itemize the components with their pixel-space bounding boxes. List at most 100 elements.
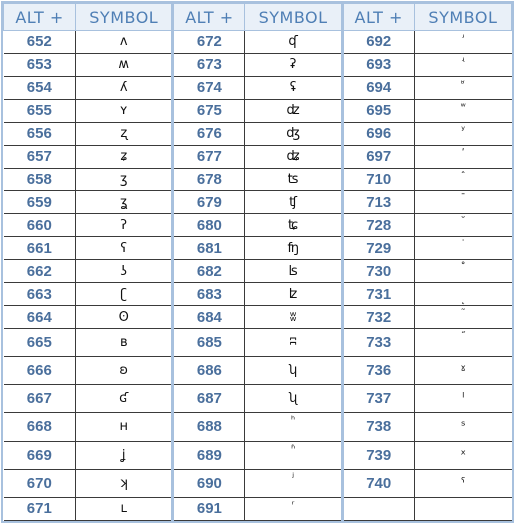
alt-code-cell: 675 [172,98,246,123]
table-row: 663 ʗ 683 ʫ 731 ˛ [3,282,512,307]
symbol-cell: ʣ [244,98,344,123]
symbol-cell: ʪ [244,259,344,284]
symbol-cell: ʗ [75,282,175,307]
alt-code-cell: 661 [3,236,77,261]
header-alt-1: ALT + [2,3,77,31]
alt-code-cell: 738 [342,412,415,442]
symbol-cell: ʶ [414,75,512,100]
symbol-cell: ʡ [244,52,344,77]
alt-code-cell: 656 [3,121,77,146]
symbol-cell: ʳ [244,496,344,522]
symbol-cell: ʒ [75,167,175,192]
symbol-cell: ʑ [75,144,175,169]
table-body: 652 ʌ 672 ʠ 692 ʴ 653 ʍ 673 ʡ 693 ʵ 654 ʎ 674 ʢ 694 ʶ 655 ʏ… [3,30,512,522]
symbol-table: ALT + SYMBOL ALT + SYMBOL ALT + SYMBOL 6… [2,3,513,522]
alt-code-cell: 681 [172,236,246,261]
symbol-cell: ʟ [75,496,175,522]
symbol-cell: ʔ [75,213,175,238]
symbol-cell: ˤ [414,468,512,498]
alt-code-cell: 689 [172,440,246,470]
alt-code-cell: 676 [172,121,246,146]
symbol-cell: ʬ [244,305,344,329]
symbol-cell: ʞ [75,468,175,498]
header-symbol-3: SYMBOL [413,3,513,31]
table-row: 668 ʜ 688 ʰ 738 ˢ [3,412,512,442]
alt-code-cell: 687 [172,384,246,414]
alt-code-symbol-table: ALT + SYMBOL ALT + SYMBOL ALT + SYMBOL 6… [1,1,514,523]
table-row: 669 ʝ 689 ʱ 739 ˣ [3,440,512,470]
alt-code-cell: 697 [342,144,415,169]
table-row: 670 ʞ 690 ʲ 740 ˤ [3,468,512,498]
symbol-cell: ʚ [75,356,175,386]
alt-code-cell: 658 [3,167,77,192]
symbol-cell: ʷ [414,98,512,123]
symbol-cell: ʲ [244,468,344,498]
symbol-cell: ʮ [244,356,344,386]
table-row: 662 ʖ 682 ʪ 730 ˚ [3,259,512,284]
table-row: 667 ʛ 687 ʯ 737 ˡ [3,384,512,414]
symbol-cell: ʵ [414,52,512,77]
table-row: 654 ʎ 674 ʢ 694 ʶ [3,75,512,100]
symbol-cell: ʙ [75,327,175,358]
symbol-cell: ʫ [244,282,344,307]
symbol-cell: ʠ [244,30,344,54]
symbol-cell: ʧ [244,190,344,215]
alt-code-cell: 674 [172,75,246,100]
symbol-cell: ʖ [75,259,175,284]
symbol-cell: ˜ [414,305,512,329]
header-alt-2: ALT + [172,3,246,31]
symbol-cell: ˙ [414,236,512,261]
alt-code-cell: 695 [342,98,415,123]
symbol-cell: ˛ [414,282,512,307]
table-row: 661 ʕ 681 ʩ 729 ˙ [3,236,512,261]
table-row: 666 ʚ 686 ʮ 736 ˠ [3,356,512,386]
alt-code-cell: 672 [172,30,246,54]
symbol-cell [414,496,512,522]
alt-code-cell: 684 [172,305,246,329]
alt-code-cell: 682 [172,259,246,284]
symbol-cell: ʜ [75,412,175,442]
table-row: 665 ʙ 685 ʭ 733 ˝ [3,327,512,358]
symbol-cell: ˝ [414,327,512,358]
table-row: 653 ʍ 673 ʡ 693 ʵ [3,52,512,77]
alt-code-cell: 713 [342,190,415,215]
alt-code-cell [342,496,415,522]
symbol-cell: ʝ [75,440,175,470]
symbol-cell: ˉ [414,190,512,215]
alt-code-cell: 685 [172,327,246,358]
alt-code-cell: 740 [342,468,415,498]
alt-code-cell: 660 [3,213,77,238]
symbol-cell: ʓ [75,190,175,215]
alt-code-cell: 691 [172,496,246,522]
alt-code-cell: 669 [3,440,77,470]
alt-code-cell: 729 [342,236,415,261]
symbol-cell: ʹ [414,144,512,169]
alt-code-cell: 667 [3,384,77,414]
alt-code-cell: 678 [172,167,246,192]
header-alt-3: ALT + [341,3,415,31]
alt-code-cell: 673 [172,52,246,77]
alt-code-cell: 736 [342,356,415,386]
symbol-cell: ʛ [75,384,175,414]
symbol-cell: ʎ [75,75,175,100]
alt-code-cell: 692 [342,30,415,54]
symbol-cell: ˠ [414,356,512,386]
symbol-cell: ʰ [244,412,344,442]
alt-code-cell: 731 [342,282,415,307]
alt-code-cell: 683 [172,282,246,307]
alt-code-cell: 693 [342,52,415,77]
alt-code-cell: 688 [172,412,246,442]
symbol-cell: ˣ [414,440,512,470]
symbol-cell: ˘ [414,213,512,238]
symbol-cell: ʩ [244,236,344,261]
header-symbol-1: SYMBOL [75,3,175,31]
alt-code-cell: 663 [3,282,77,307]
alt-code-cell: 733 [342,327,415,358]
table-row: 660 ʔ 680 ʨ 728 ˘ [3,213,512,238]
alt-code-cell: 680 [172,213,246,238]
symbol-cell: ʴ [414,30,512,54]
symbol-cell: ʥ [244,144,344,169]
symbol-cell: ʯ [244,384,344,414]
table-row: 671 ʟ 691 ʳ [3,496,512,522]
table-row: 659 ʓ 679 ʧ 713 ˉ [3,190,512,215]
